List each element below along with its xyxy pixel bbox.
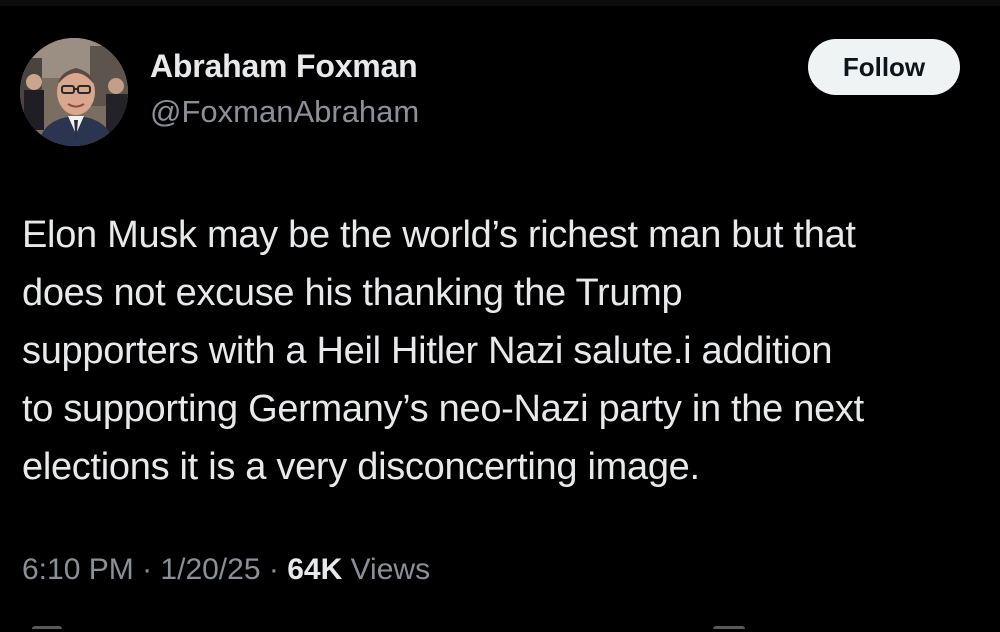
top-edge-strip bbox=[0, 0, 1000, 6]
avatar[interactable] bbox=[20, 38, 128, 146]
tweet-text: Elon Musk may be the world’s richest man… bbox=[22, 214, 864, 488]
views-count: 64K bbox=[287, 553, 343, 586]
meta-separator: · bbox=[142, 553, 153, 586]
follow-button[interactable]: Follow bbox=[808, 39, 960, 95]
tweet-date[interactable]: 1/20/25 bbox=[160, 553, 260, 586]
views-label: Views bbox=[350, 553, 431, 586]
reply-icon-partial bbox=[32, 626, 62, 632]
tweet-time[interactable]: 6:10 PM bbox=[22, 553, 134, 586]
author-display-name[interactable]: Abraham Foxman bbox=[150, 48, 418, 85]
tweet-meta: 6:10 PM · 1/20/25 · 64K Views bbox=[22, 553, 430, 587]
author-handle[interactable]: @FoxmanAbraham bbox=[150, 94, 419, 130]
bookmark-icon-partial bbox=[713, 626, 745, 632]
profile-photo-icon bbox=[20, 38, 128, 146]
meta-separator: · bbox=[268, 553, 279, 586]
